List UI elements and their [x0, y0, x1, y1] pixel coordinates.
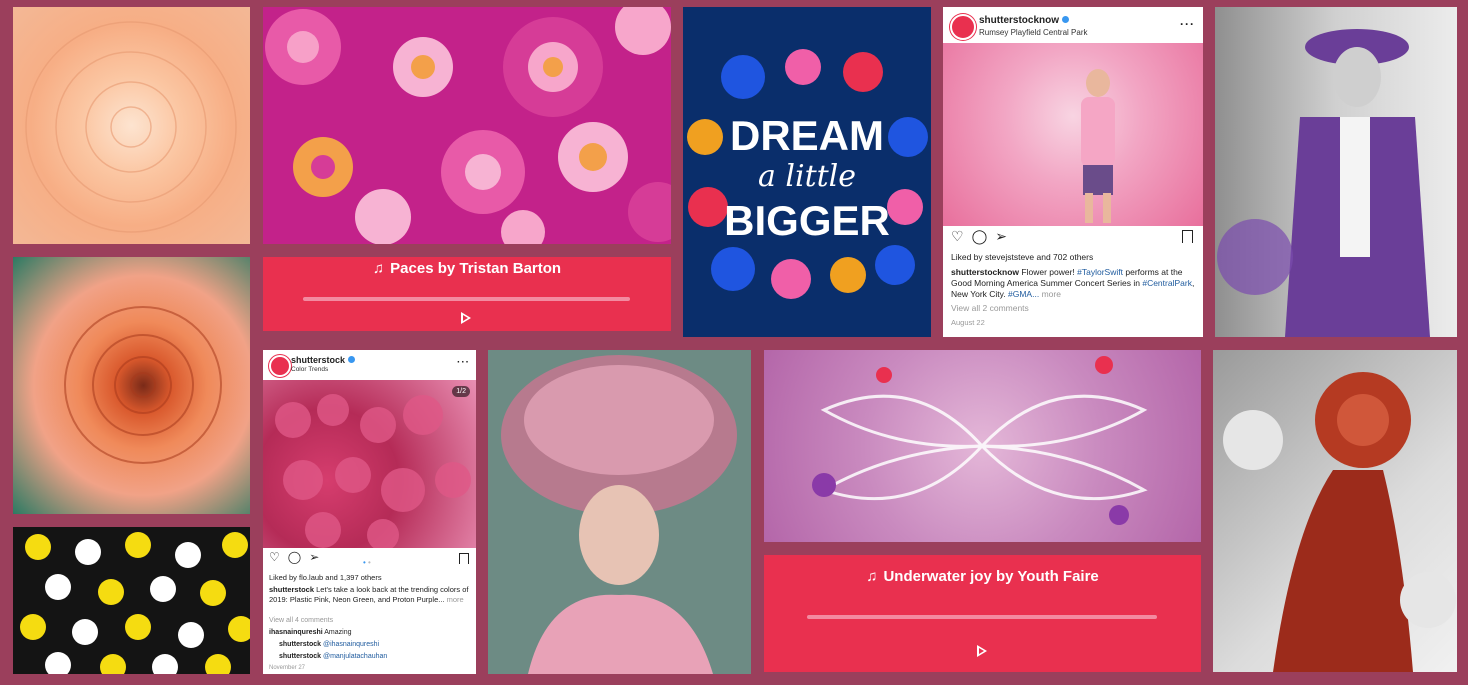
floral-jacket-model-photo	[1215, 7, 1457, 337]
post-username[interactable]: shutterstocknow	[979, 15, 1070, 26]
dream-a-little-bigger-card: DREAM a little BIGGER	[683, 7, 931, 337]
roses-cluster	[275, 394, 471, 551]
pink-roses-photo: 1/2	[263, 380, 476, 551]
model-figure	[1217, 29, 1430, 337]
share-icon[interactable]: ➢	[309, 550, 319, 564]
view-comments[interactable]: View all 2 comments	[951, 303, 1029, 314]
liked-by: Liked by stevejststeve and 702 others	[951, 252, 1094, 262]
post-actions: ♡ ◯ ➢	[951, 228, 1015, 245]
player-title-1: ♫ Paces by Tristan Barton	[372, 260, 562, 277]
post-caption: shutterstock Let's take a look back at t…	[269, 585, 469, 604]
pattern-shapes	[265, 7, 671, 244]
post-location[interactable]: Color Trends	[291, 366, 328, 373]
play-icon[interactable]	[461, 312, 471, 324]
image-counter: 1/2	[452, 386, 470, 397]
audio-player-2[interactable]: ♫ Underwater joy by Youth Faire	[764, 555, 1201, 672]
peach-dahlia-photo	[13, 7, 250, 244]
flower-pattern	[20, 532, 250, 674]
post-date: August 22	[951, 318, 985, 327]
view-comments[interactable]: View all 4 comments	[269, 615, 333, 626]
pink-floral-pattern	[263, 7, 671, 244]
rose-swirl	[64, 306, 222, 464]
carousel-dots: • •	[363, 558, 371, 567]
yellow-white-flower-pattern	[13, 527, 250, 674]
avatar[interactable]	[269, 355, 291, 377]
player-title-2: ♫ Underwater joy by Youth Faire	[866, 568, 1099, 585]
progress-track-1[interactable]	[303, 297, 630, 301]
more-options-icon[interactable]: ···	[457, 357, 470, 368]
post-header: shutterstock Color Trends ···	[263, 350, 476, 380]
taylor-swift-photo	[943, 43, 1203, 226]
post-username[interactable]: shutterstock	[291, 355, 356, 365]
music-note-icon: ♫	[866, 568, 878, 585]
dream-line-1: DREAM	[730, 112, 884, 159]
post-header: shutterstocknow Rumsey Playfield Central…	[943, 7, 1203, 43]
verified-icon	[348, 356, 356, 363]
post-caption: shutterstocknow Flower power! #TaylorSwi…	[951, 267, 1195, 299]
comment-icon[interactable]: ◯	[972, 228, 988, 244]
instagram-post-roses: shutterstock Color Trends ··· 1/2 ♡ ◯ ➢ • …	[263, 350, 476, 674]
liked-by: Liked by flo.laub and 1,397 others	[269, 573, 382, 582]
more-options-icon[interactable]: ···	[1180, 17, 1195, 31]
comment-1: ihasnainqureshi Amazing	[269, 629, 352, 636]
dahlia-petals	[25, 21, 237, 233]
verified-icon	[1062, 16, 1070, 23]
flower-headpiece-portrait	[488, 350, 751, 674]
bookmark-icon[interactable]	[1182, 230, 1193, 243]
post-location[interactable]: Rumsey Playfield Central Park	[979, 28, 1087, 37]
post-date: November 27	[269, 665, 306, 671]
orange-rose-photo	[13, 257, 250, 514]
dream-line-3: BIGGER	[724, 197, 890, 244]
avatar[interactable]	[950, 14, 976, 40]
butterfly-watercolor-pattern	[764, 350, 1201, 542]
post-actions: ♡ ◯ ➢	[269, 550, 327, 564]
comment-2: shutterstock @ihasnainqureshi	[279, 641, 380, 648]
audio-player-1[interactable]: ♫ Paces by Tristan Barton	[263, 257, 671, 331]
rose-head-woman-photo	[1213, 350, 1457, 672]
comment-icon[interactable]: ◯	[288, 550, 301, 564]
heart-icon[interactable]: ♡	[269, 550, 280, 564]
play-icon[interactable]	[977, 645, 987, 657]
portrait-figure	[501, 355, 737, 674]
instagram-post-taylor: shutterstocknow Rumsey Playfield Central…	[943, 7, 1203, 337]
music-note-icon: ♫	[372, 260, 385, 277]
dream-line-2: a little	[757, 159, 857, 194]
comment-3: shutterstock @manjulatachauhan	[279, 653, 388, 660]
performer-figure	[1081, 69, 1115, 223]
butterfly-shapes	[812, 356, 1148, 525]
heart-icon[interactable]: ♡	[951, 228, 964, 244]
rose-head-figure	[1223, 372, 1456, 672]
progress-track-2[interactable]	[807, 615, 1157, 619]
bookmark-icon[interactable]	[459, 553, 469, 564]
share-icon[interactable]: ➢	[995, 228, 1007, 244]
